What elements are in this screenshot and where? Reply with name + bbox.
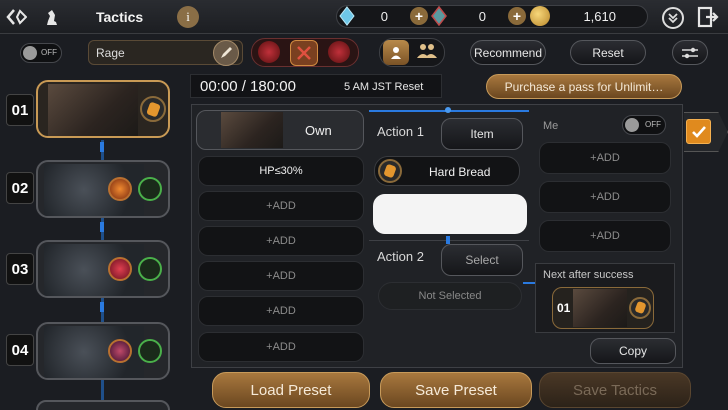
add-blue-crystal-button[interactable]: + [410, 7, 428, 25]
condition-slot-add[interactable]: +ADD [198, 261, 364, 291]
party-member-2[interactable] [36, 160, 170, 218]
download-icon[interactable] [662, 7, 684, 29]
condition-slot-add[interactable]: +ADD [198, 191, 364, 221]
reset-button[interactable]: Reset [570, 40, 646, 65]
target-slot-add[interactable]: +ADD [539, 181, 671, 213]
auto-toggle[interactable]: OFF [20, 43, 62, 63]
red-skill-icon [108, 257, 132, 281]
rail-connector [100, 142, 104, 152]
load-preset-button[interactable]: Load Preset [212, 372, 370, 408]
gold-coin-icon [530, 6, 550, 26]
party-member-5-partial[interactable] [36, 400, 170, 410]
action-1-type-button[interactable]: Item [441, 118, 523, 150]
bread-item-icon [629, 297, 651, 319]
target-slot-add[interactable]: +ADD [539, 142, 671, 174]
check-icon[interactable] [686, 119, 711, 144]
owner-card[interactable]: Own [196, 110, 364, 150]
back-icon[interactable] [4, 5, 28, 29]
next-after-success-label: Next after success [543, 269, 634, 281]
me-label: Me [543, 120, 559, 132]
rage-mode-1-icon[interactable] [258, 41, 280, 63]
target-slot-add[interactable]: +ADD [539, 220, 671, 252]
action-1-label: Action 1 [377, 124, 424, 139]
edit-icon[interactable] [213, 40, 239, 66]
tactics-chess-icon [40, 5, 64, 29]
action-1-item-name: Hard Bread [429, 165, 491, 179]
green-skill-icon [138, 339, 162, 363]
save-preset-button[interactable]: Save Preset [380, 372, 532, 408]
condition-slot-add[interactable]: +ADD [198, 332, 364, 362]
action-1-target-field[interactable] [373, 194, 527, 234]
rage-mode-3-icon[interactable] [328, 41, 350, 63]
party-member-4[interactable] [36, 322, 170, 380]
red-crystal-icon [430, 5, 448, 31]
action-2-item[interactable]: Not Selected [378, 282, 522, 310]
next-member-portrait [573, 289, 627, 327]
fire-skill-icon [108, 177, 132, 201]
group-users-icon[interactable] [415, 41, 439, 66]
action-1-item[interactable]: Hard Bread [374, 156, 520, 186]
info-icon[interactable]: i [177, 6, 199, 28]
blue-crystal-count: 0 [380, 9, 388, 24]
red-crystal-count: 0 [478, 9, 486, 24]
actions-mid-marker [446, 236, 450, 244]
exit-icon[interactable] [697, 6, 719, 33]
add-red-crystal-button[interactable]: + [508, 7, 526, 25]
next-member-card[interactable]: 01 [552, 287, 654, 329]
purchase-pass-button[interactable]: Purchase a pass for Unlimit… [486, 74, 682, 99]
recommend-button[interactable]: Recommend [470, 40, 546, 65]
timer-value: 00:00 / 180:00 [200, 78, 296, 95]
bread-item-icon [378, 159, 402, 183]
owner-portrait [221, 112, 283, 148]
party-number: 02 [6, 172, 34, 204]
condition-slot-add[interactable]: +ADD [198, 226, 364, 256]
save-tactics-button[interactable]: Save Tactics [539, 372, 691, 408]
action-2-type-button[interactable]: Select [441, 244, 523, 276]
next-rail [523, 282, 535, 284]
blue-crystal-icon [338, 6, 356, 31]
me-toggle[interactable]: OFF [622, 115, 666, 135]
copy-button[interactable]: Copy [590, 338, 676, 364]
party-member-1[interactable] [36, 80, 170, 138]
owner-label: Own [305, 123, 332, 138]
condition-slot-hp[interactable]: HP≤30% [198, 156, 364, 186]
page-title: Tactics [96, 9, 144, 25]
character-portrait [48, 84, 138, 136]
gold-count: 1,610 [583, 9, 616, 24]
bread-item-icon [140, 96, 166, 122]
settings-sliders-button[interactable] [672, 40, 708, 65]
rail-connector [100, 302, 104, 312]
condition-slot-add[interactable]: +ADD [198, 296, 364, 326]
green-skill-icon [138, 177, 162, 201]
single-user-icon[interactable] [383, 40, 409, 65]
rage-mode-2-icon[interactable] [290, 40, 318, 66]
party-member-3[interactable] [36, 240, 170, 298]
rage-label: Rage [96, 46, 125, 60]
actions-top-marker [445, 107, 451, 113]
action-2-label: Action 2 [377, 249, 424, 264]
reset-note: 5 AM JST Reset [344, 81, 424, 93]
party-number: 03 [6, 253, 34, 285]
party-number: 01 [6, 94, 34, 126]
party-number: 04 [6, 334, 34, 366]
rail-connector [100, 222, 104, 232]
green-skill-icon [138, 257, 162, 281]
purple-skill-icon [108, 339, 132, 363]
next-member-number: 01 [557, 301, 571, 315]
